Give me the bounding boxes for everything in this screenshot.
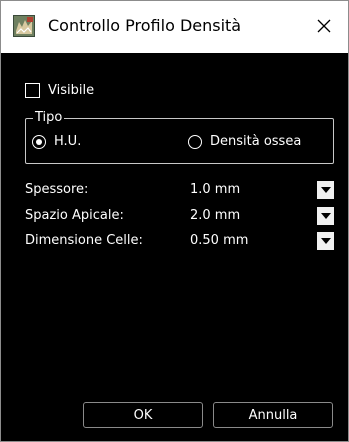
cell-size-dropdown[interactable]: 0.50 mm xyxy=(187,232,334,250)
visible-checkbox-row[interactable]: Visibile xyxy=(25,83,94,98)
thickness-value[interactable]: 1.0 mm xyxy=(190,182,240,197)
cell-size-row: Dimensione Celle: 0.50 mm xyxy=(1,232,348,250)
apical-space-value[interactable]: 2.0 mm xyxy=(190,208,240,223)
radio-hu-label[interactable]: H.U. xyxy=(54,134,81,149)
close-button[interactable] xyxy=(306,9,342,45)
radio-bone-density[interactable]: Densità ossea xyxy=(188,134,301,149)
chevron-down-icon[interactable] xyxy=(317,181,334,199)
visible-checkbox-label[interactable]: Visibile xyxy=(48,83,94,98)
radio-hu-button[interactable] xyxy=(32,134,46,149)
thickness-row: Spessore: 1.0 mm xyxy=(1,181,348,199)
apical-space-dropdown[interactable]: 2.0 mm xyxy=(187,207,334,225)
close-icon[interactable] xyxy=(317,18,331,37)
type-groupbox: Tipo H.U. Densità ossea xyxy=(25,110,334,164)
ok-button[interactable]: OK xyxy=(83,402,203,428)
title-bar: Controllo Profilo Densità xyxy=(1,1,348,53)
radio-selected-dot xyxy=(36,138,42,145)
visible-checkbox[interactable] xyxy=(25,83,40,98)
radio-bone-density-button[interactable] xyxy=(188,134,202,149)
chevron-down-icon[interactable] xyxy=(317,232,334,250)
apical-space-label: Spazio Apicale: xyxy=(25,208,124,223)
apical-space-row: Spazio Apicale: 2.0 mm xyxy=(1,207,348,225)
thickness-label: Spessore: xyxy=(25,182,89,197)
cell-size-value[interactable]: 0.50 mm xyxy=(190,233,248,248)
cancel-button[interactable]: Annulla xyxy=(213,402,333,428)
dental-scan-icon xyxy=(13,15,35,37)
radio-hu[interactable]: H.U. xyxy=(32,134,81,149)
dialog-body: Visibile Tipo H.U. Densità ossea Spessor… xyxy=(1,53,348,441)
radio-bone-density-label[interactable]: Densità ossea xyxy=(210,134,301,149)
type-group-legend: Tipo xyxy=(33,110,65,125)
cell-size-label: Dimensione Celle: xyxy=(25,233,143,248)
thickness-dropdown[interactable]: 1.0 mm xyxy=(187,181,334,199)
window-title: Controllo Profilo Densità xyxy=(48,16,242,35)
dialog-window: Controllo Profilo Densità Visibile Tipo … xyxy=(0,0,349,442)
chevron-down-icon[interactable] xyxy=(317,207,334,225)
